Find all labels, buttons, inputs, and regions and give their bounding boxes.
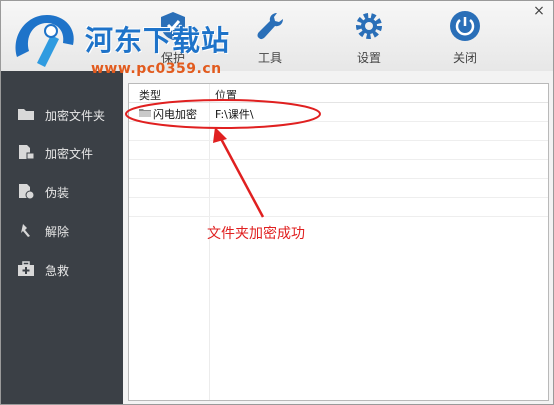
folder-icon [18,109,34,120]
table-row[interactable]: 闪电加密 F:\课件\ [129,103,548,122]
sidebar-item-label: 解除 [45,225,70,239]
sidebar: 加密文件夹 加密文件 伪装 解除 急救 [1,71,123,404]
sidebar-item-label: 急救 [45,264,70,278]
sidebar-item-label: 伪装 [45,186,70,200]
column-header-type[interactable]: 类型 [139,87,161,103]
sidebar-item-disguise[interactable]: 伪装 [1,174,123,208]
sidebar-item-label: 加密文件 [45,147,94,161]
app-window: 保护 工具 设置 关闭 × 加密文件夹 加密文件 伪装 解除 急救 类型 位置 … [0,0,554,405]
shield-icon [161,12,185,40]
toolbar-tools-label: 工具 [257,51,282,65]
folder-icon [139,109,151,117]
close-button[interactable]: × [531,3,547,19]
sidebar-item-encrypt-folder[interactable]: 加密文件夹 [1,97,123,131]
toolbar-tools-button[interactable]: 工具 [238,7,302,67]
unlock-icon [21,224,30,237]
toolbar-settings-button[interactable]: 设置 [337,7,401,67]
toolbar-protect-button[interactable]: 保护 [141,7,205,67]
table-row-empty [129,179,548,198]
toolbar-settings-label: 设置 [356,51,381,65]
column-header-location[interactable]: 位置 [215,87,237,103]
sidebar-item-label: 加密文件夹 [45,109,106,123]
table-row-empty [129,160,548,179]
table-row-empty [129,198,548,217]
toolbar-exit-label: 关闭 [452,51,477,65]
row-location: F:\课件\ [215,108,254,121]
toolbar-exit-button[interactable]: 关闭 [433,7,497,67]
first-aid-icon [18,261,34,276]
wrench-icon [257,13,283,40]
gear-icon [356,13,382,39]
encrypted-items-table: 类型 位置 闪电加密 F:\课件\ [128,83,549,401]
sidebar-item-first-aid[interactable]: 急救 [1,252,123,286]
table-row-empty [129,141,548,160]
row-type: 闪电加密 [153,108,197,121]
annotation-text: 文件夹加密成功 [207,226,305,242]
table-header: 类型 位置 [129,84,548,103]
power-icon [450,11,480,41]
sidebar-item-unlock[interactable]: 解除 [1,213,123,247]
table-row-empty [129,122,548,141]
disguise-icon [19,184,35,199]
sidebar-item-encrypt-file[interactable]: 加密文件 [1,135,123,169]
toolbar: 保护 工具 设置 关闭 × [1,1,553,71]
file-lock-icon [19,145,35,160]
toolbar-protect-label: 保护 [160,51,185,65]
